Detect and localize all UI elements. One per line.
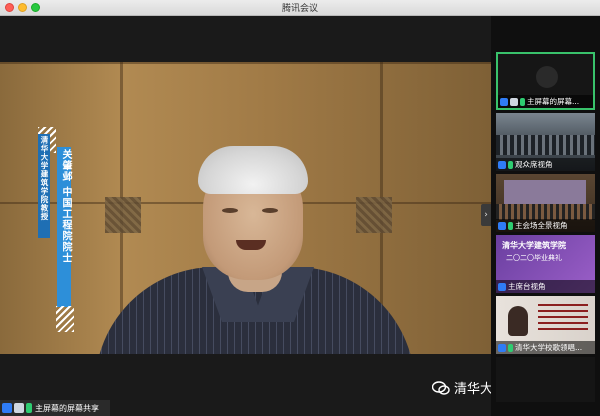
speaker-eye	[222, 208, 238, 213]
title-bar: 腾讯会议	[0, 0, 600, 16]
thumb-label: 主席台视角	[508, 282, 546, 291]
screen-share-icon	[14, 403, 24, 413]
thumb-label-bar: 观众席视角	[496, 158, 595, 171]
microphone-icon	[508, 343, 513, 352]
window-title: 腾讯会议	[281, 4, 318, 14]
shared-video: 关肇邺 中国工程院院士 清华大学建筑学院教授	[0, 62, 491, 354]
participant-avatar	[536, 66, 558, 88]
wechat-icon	[432, 380, 450, 395]
thumb-label: 清华大学校歌领唱...	[515, 343, 583, 352]
participant-thumb[interactable]	[496, 357, 595, 402]
participant-thumb[interactable]: 主屏幕的屏幕...	[496, 52, 595, 110]
audience-rows	[496, 135, 595, 155]
thumb-label-bar: 清华大学校歌领唱...	[496, 341, 595, 354]
participant-thumb[interactable]: 清华大学建筑学院 二〇二〇毕业典礼 主席台视角	[496, 235, 595, 293]
song-lyrics-panel	[538, 304, 588, 334]
user-icon	[498, 221, 506, 230]
speaker-eye	[262, 208, 278, 213]
thumb-label-bar: 主屏幕的屏幕...	[498, 95, 593, 108]
banner-stripes-bottom	[56, 306, 74, 332]
name-banner: 关肇邺 中国工程院院士	[57, 147, 71, 307]
thumb-label-bar: 主席台视角	[496, 280, 595, 293]
poster-subtitle: 二〇二〇毕业典礼	[506, 254, 562, 262]
singer-figure	[508, 306, 528, 336]
user-icon	[500, 97, 508, 106]
user-icon	[498, 282, 506, 291]
wall-tile	[356, 197, 392, 233]
thumb-label: 主屏幕的屏幕...	[527, 97, 580, 106]
thumb-label-bar: 主会场全景视角	[496, 219, 595, 232]
collapse-sidebar-button[interactable]: ›	[481, 204, 491, 226]
participant-thumb[interactable]: 清华大学校歌领唱...	[496, 296, 595, 354]
status-bar: 主屏幕的屏幕共享	[0, 400, 110, 416]
microphone-icon	[508, 160, 513, 169]
user-icon	[498, 160, 506, 169]
microphone-icon	[520, 97, 525, 106]
user-icon	[498, 343, 506, 352]
poster-title: 清华大学建筑学院	[502, 241, 566, 250]
microphone-icon	[26, 403, 32, 413]
stage-audience	[496, 204, 595, 220]
speaker-hair	[198, 146, 308, 194]
speaker-name-caption: 关肇邺 中国工程院院士	[60, 149, 71, 264]
participant-thumb[interactable]: 观众席视角	[496, 113, 595, 171]
participant-thumb[interactable]: 主会场全景视角	[496, 174, 595, 232]
status-label: 主屏幕的屏幕共享	[35, 403, 99, 413]
affiliation-banner: 清华大学建筑学院教授	[38, 134, 50, 238]
wall-line	[0, 62, 491, 64]
thumb-label: 主会场全景视角	[515, 221, 568, 230]
stage-screen	[504, 180, 586, 204]
microphone-icon	[508, 221, 513, 230]
wall-tile	[105, 197, 141, 233]
speaker-affiliation-caption: 清华大学建筑学院教授	[40, 136, 49, 221]
user-icon	[2, 403, 12, 413]
thumb-label: 观众席视角	[515, 160, 553, 169]
screen-share-icon	[510, 97, 518, 106]
